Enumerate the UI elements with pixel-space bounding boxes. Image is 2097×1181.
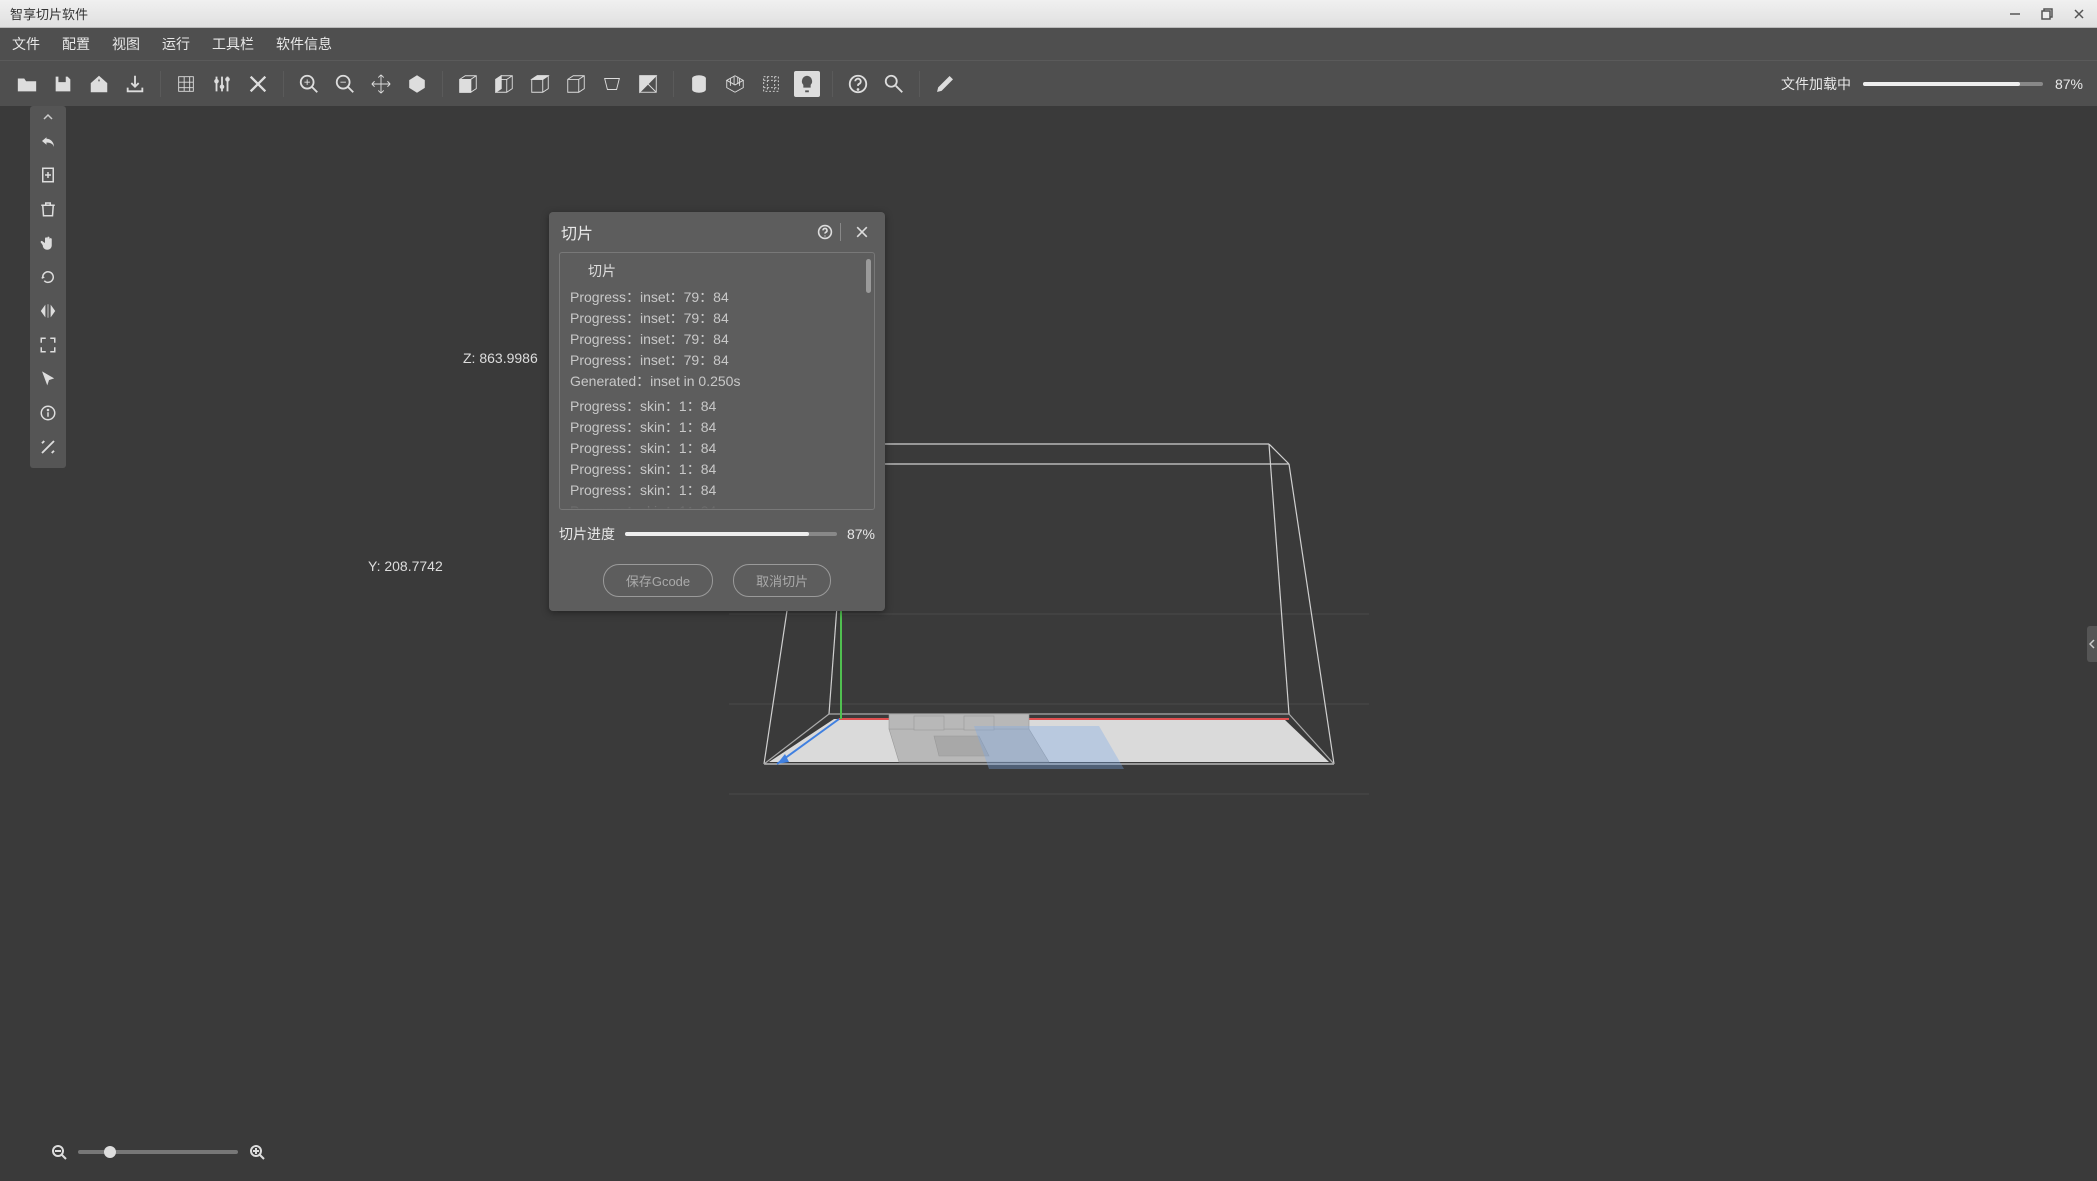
log-heading: 切片 bbox=[570, 259, 872, 287]
zoom-in-icon[interactable] bbox=[296, 71, 322, 97]
cube-solid-icon[interactable] bbox=[404, 71, 430, 97]
toolbar-separator bbox=[442, 71, 443, 97]
brush-icon[interactable] bbox=[932, 71, 958, 97]
right-panel-handle[interactable] bbox=[2087, 626, 2097, 662]
repair-icon[interactable] bbox=[33, 432, 63, 462]
pan-hand-icon[interactable] bbox=[33, 228, 63, 258]
toolbar: 文件加载中 87% bbox=[0, 60, 2097, 106]
slice-progress-track bbox=[625, 532, 837, 536]
info-icon[interactable] bbox=[33, 398, 63, 428]
maximize-button[interactable] bbox=[2035, 5, 2059, 23]
menu-file[interactable]: 文件 bbox=[12, 34, 40, 54]
snap-icon[interactable] bbox=[758, 71, 784, 97]
add-page-icon[interactable] bbox=[33, 160, 63, 190]
menu-view[interactable]: 视图 bbox=[112, 34, 140, 54]
zoom-out-small-icon[interactable] bbox=[50, 1143, 68, 1161]
menu-software-info[interactable]: 软件信息 bbox=[276, 34, 332, 54]
scene bbox=[0, 106, 2097, 1181]
file-loading-percent: 87% bbox=[2055, 76, 2083, 92]
y-axis-label: Y: 208.7742 bbox=[368, 558, 443, 574]
vertical-toolbar bbox=[30, 106, 66, 468]
export-icon[interactable] bbox=[122, 71, 148, 97]
minimize-button[interactable] bbox=[2003, 5, 2027, 23]
toolbar-separator bbox=[673, 71, 674, 97]
dialog-titlebar: 切片 bbox=[549, 212, 885, 252]
rotate-icon[interactable] bbox=[33, 262, 63, 292]
log-scrollbar[interactable] bbox=[866, 259, 871, 293]
fullscreen-icon[interactable] bbox=[33, 330, 63, 360]
trash-icon[interactable] bbox=[33, 194, 63, 224]
cube-left-icon[interactable] bbox=[491, 71, 517, 97]
log-line: Progress：skin：1：84 bbox=[570, 396, 872, 417]
menu-toolbar[interactable]: 工具栏 bbox=[212, 34, 254, 54]
slice-progress-percent: 87% bbox=[847, 526, 875, 542]
dialog-separator bbox=[840, 223, 841, 241]
cube-top-icon[interactable] bbox=[527, 71, 553, 97]
slice-log: 切片 Progress：inset：79：84Progress：inset：79… bbox=[559, 252, 875, 510]
collapse-up-icon[interactable] bbox=[43, 110, 53, 124]
toolbar-separator bbox=[283, 71, 284, 97]
log-line: Progress：skin：1：84 bbox=[570, 438, 872, 459]
undo-icon[interactable] bbox=[33, 126, 63, 156]
shade-icon[interactable] bbox=[635, 71, 661, 97]
slice-progress-label: 切片进度 bbox=[559, 524, 615, 544]
help-icon[interactable] bbox=[845, 71, 871, 97]
log-line: Progress：inset：79：84 bbox=[570, 350, 872, 371]
slice-dialog: 切片 切片 Progress：inset：79：84Progress：inset… bbox=[549, 212, 885, 611]
log-line: Progress：inset：79：84 bbox=[570, 287, 872, 308]
app-title: 智享切片软件 bbox=[6, 4, 1995, 23]
log-line: Progress：skin：1：84 bbox=[570, 459, 872, 480]
file-loading: 文件加载中 87% bbox=[1781, 74, 2083, 94]
cube-wire-icon[interactable] bbox=[563, 71, 589, 97]
cylinder-icon[interactable] bbox=[686, 71, 712, 97]
viewport-3d[interactable]: Z: 863.9986 Y: 208.7742 切片 切片 bbox=[0, 106, 2097, 1181]
window-titlebar: 智享切片软件 bbox=[0, 0, 2097, 28]
toolbar-separator bbox=[832, 71, 833, 97]
search-tool-icon[interactable] bbox=[881, 71, 907, 97]
tools-icon[interactable] bbox=[245, 71, 271, 97]
log-line: Progress：inset：79：84 bbox=[570, 308, 872, 329]
menubar: 文件 配置 视图 运行 工具栏 软件信息 bbox=[0, 28, 2097, 60]
file-loading-progress bbox=[1863, 82, 2043, 86]
zoom-out-icon[interactable] bbox=[332, 71, 358, 97]
cancel-slice-button[interactable]: 取消切片 bbox=[733, 564, 831, 597]
dialog-help-icon[interactable] bbox=[814, 221, 836, 243]
move-icon[interactable] bbox=[368, 71, 394, 97]
zoom-track[interactable] bbox=[78, 1150, 238, 1154]
slice-progress-row: 切片进度 87% bbox=[559, 524, 875, 544]
zoom-in-small-icon[interactable] bbox=[248, 1143, 266, 1161]
sliders-icon[interactable] bbox=[209, 71, 235, 97]
grid3d-icon[interactable] bbox=[722, 71, 748, 97]
cube-persp-icon[interactable] bbox=[599, 71, 625, 97]
log-line: Generated：inset in 0.250s bbox=[570, 371, 872, 392]
close-button[interactable] bbox=[2067, 5, 2091, 23]
dialog-title: 切片 bbox=[561, 220, 808, 244]
dialog-close-icon[interactable] bbox=[851, 221, 873, 243]
log-line: Progress：inset：79：84 bbox=[570, 329, 872, 350]
save-icon[interactable] bbox=[50, 71, 76, 97]
zoom-slider bbox=[50, 1143, 266, 1161]
grid-icon[interactable] bbox=[173, 71, 199, 97]
log-line: Progress：skin：1：84 bbox=[570, 417, 872, 438]
home-icon[interactable] bbox=[86, 71, 112, 97]
toolbar-separator bbox=[919, 71, 920, 97]
cursor-icon[interactable] bbox=[33, 364, 63, 394]
open-folder-icon[interactable] bbox=[14, 71, 40, 97]
toolbar-separator bbox=[160, 71, 161, 97]
menu-run[interactable]: 运行 bbox=[162, 34, 190, 54]
z-axis-label: Z: 863.9986 bbox=[463, 350, 538, 366]
cube-front-icon[interactable] bbox=[455, 71, 481, 97]
save-gcode-button[interactable]: 保存Gcode bbox=[603, 564, 713, 597]
zoom-handle[interactable] bbox=[104, 1146, 116, 1158]
menu-config[interactable]: 配置 bbox=[62, 34, 90, 54]
bulb-icon[interactable] bbox=[794, 71, 820, 97]
file-loading-label: 文件加载中 bbox=[1781, 74, 1851, 94]
mirror-icon[interactable] bbox=[33, 296, 63, 326]
